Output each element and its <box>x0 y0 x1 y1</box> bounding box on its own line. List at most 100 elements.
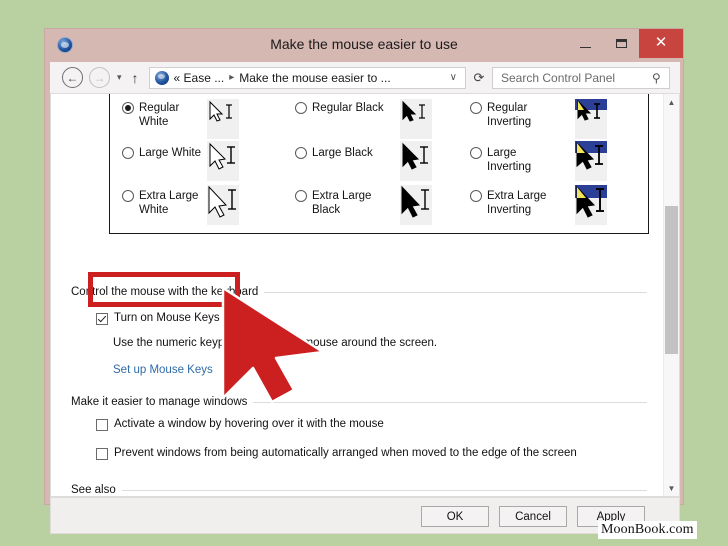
pointer-option-regular-inverting[interactable]: Regular Inverting <box>470 101 531 129</box>
cursor-preview-svg <box>208 185 236 218</box>
section-windows-heading: Make it easier to manage windows <box>71 396 647 408</box>
radio-large-white[interactable] <box>122 147 134 159</box>
search-icon: ⚲ <box>652 70 661 85</box>
pointer-preview-regular-inverting <box>575 99 607 139</box>
pointer-label: Large Inverting <box>487 147 532 173</box>
pointer-preview-large-inverting <box>575 141 607 181</box>
pointer-label: Regular Black <box>312 102 384 114</box>
back-button[interactable]: ← <box>62 67 83 88</box>
pointer-label: Extra Large Black <box>312 190 372 216</box>
ok-button[interactable]: OK <box>421 506 489 527</box>
recent-locations-button[interactable]: ▾ <box>117 72 122 83</box>
navigation-bar: ← → ▾ ↑ « Ease ... ▸ Make the mouse easi… <box>50 62 680 93</box>
up-button[interactable]: ↑ <box>132 70 139 86</box>
cursor-preview-svg <box>575 141 607 170</box>
search-placeholder: Search Control Panel <box>501 70 616 85</box>
pointer-preview-extra-large-inverting <box>575 185 607 225</box>
section-divider <box>264 291 647 293</box>
checkbox-input[interactable] <box>96 313 108 325</box>
refresh-button[interactable]: ⟳ <box>466 70 492 86</box>
close-icon: ✕ <box>654 34 668 51</box>
cancel-button[interactable]: Cancel <box>499 506 567 527</box>
section-heading-text: Make it easier to manage windows <box>71 396 248 408</box>
pointer-preview-extra-large-white <box>207 185 239 225</box>
radio-large-inverting[interactable] <box>470 147 482 159</box>
radio-large-black[interactable] <box>295 147 307 159</box>
radio-extra-large-black[interactable] <box>295 190 307 202</box>
mouse-keys-hint: Use the numeric keypad to move the mouse… <box>113 337 438 349</box>
pointer-preview-extra-large-black <box>400 185 432 225</box>
vertical-scrollbar[interactable]: ▲ ▼ <box>663 94 679 496</box>
pointer-preview-regular-white <box>207 99 239 139</box>
pointer-scheme-group: Regular White Large White Extra Large Wh… <box>109 94 649 234</box>
pointer-label: Large White <box>139 147 202 159</box>
radio-extra-large-inverting[interactable] <box>470 190 482 202</box>
scroll-down-button[interactable]: ▼ <box>664 480 679 496</box>
cursor-preview-svg <box>402 142 428 170</box>
pointer-preview-regular-black <box>400 99 432 139</box>
pointer-option-large-inverting[interactable]: Large Inverting <box>470 146 531 174</box>
section-keyboard-heading: Control the mouse with the keyboard <box>71 286 647 298</box>
checkbox-input[interactable] <box>96 448 108 460</box>
scroll-area: Regular White Large White Extra Large Wh… <box>51 94 664 496</box>
section-heading-text: See also <box>71 484 116 496</box>
pointer-label: Regular White <box>139 102 180 128</box>
pointer-label: Large Black <box>312 147 373 159</box>
radio-regular-inverting[interactable] <box>470 102 482 114</box>
pointer-option-extra-large-black[interactable]: Extra Large Black <box>295 189 371 217</box>
search-box[interactable]: Search Control Panel ⚲ <box>492 66 670 89</box>
breadcrumb-root[interactable]: « Ease ... <box>174 71 225 85</box>
pointer-option-regular-white[interactable]: Regular White <box>122 101 179 129</box>
scroll-up-button[interactable]: ▲ <box>664 94 679 110</box>
checkbox-input[interactable] <box>96 419 108 431</box>
scrollbar-thumb[interactable] <box>665 206 678 354</box>
title-bar: Make the mouse easier to use ✕ <box>45 29 683 60</box>
address-dropdown-icon[interactable]: ∨ <box>442 72 465 83</box>
radio-regular-white[interactable] <box>122 102 134 114</box>
chevron-down-icon: ▾ <box>117 72 122 82</box>
pointer-option-regular-black[interactable]: Regular Black <box>295 101 384 115</box>
breadcrumb-current[interactable]: Make the mouse easier to ... <box>239 71 390 85</box>
refresh-icon: ⟳ <box>473 69 485 85</box>
cursor-preview-svg <box>575 185 607 218</box>
radio-regular-black[interactable] <box>295 102 307 114</box>
pointer-option-extra-large-inverting[interactable]: Extra Large Inverting <box>470 189 546 217</box>
forward-arrow-icon: → <box>93 70 106 85</box>
minimize-button[interactable] <box>567 29 603 58</box>
forward-button[interactable]: → <box>89 67 110 88</box>
control-panel-window: Make the mouse easier to use ✕ ← → ▾ ↑ «… <box>44 28 684 534</box>
ok-button-label: OK <box>446 510 464 523</box>
link-set-up-mouse-keys[interactable]: Set up Mouse Keys <box>113 364 213 376</box>
pointer-option-extra-large-white[interactable]: Extra Large White <box>122 189 198 217</box>
maximize-icon <box>615 39 627 48</box>
close-button[interactable]: ✕ <box>639 29 683 58</box>
pointer-label: Extra Large Inverting <box>487 190 547 216</box>
checkbox-turn-on-mouse-keys[interactable]: Turn on Mouse Keys <box>96 312 220 325</box>
checkbox-label: Prevent windows from being automatically… <box>114 447 577 459</box>
back-arrow-icon: ← <box>66 70 79 85</box>
cursor-preview-svg <box>209 142 235 170</box>
checkbox-prevent-auto-arrange[interactable]: Prevent windows from being automatically… <box>96 447 577 460</box>
cursor-preview-svg <box>209 100 232 122</box>
pointer-option-large-black[interactable]: Large Black <box>295 146 373 160</box>
screenshot-root: Make the mouse easier to use ✕ ← → ▾ ↑ «… <box>0 0 728 546</box>
address-bar-icon <box>154 70 169 85</box>
window-controls: ✕ <box>567 29 683 58</box>
maximize-button[interactable] <box>603 29 639 58</box>
section-divider <box>121 489 647 491</box>
pointer-label: Regular Inverting <box>487 102 532 128</box>
watermark: MoonBook.com <box>598 521 697 539</box>
section-divider <box>253 401 647 403</box>
cursor-preview-svg <box>402 100 425 122</box>
checkbox-label: Activate a window by hovering over it wi… <box>114 418 384 430</box>
pointer-option-large-white[interactable]: Large White <box>122 146 201 160</box>
cursor-preview-svg <box>575 99 607 121</box>
checkbox-label: Turn on Mouse Keys <box>114 312 220 324</box>
section-see-also-heading: See also <box>71 484 647 496</box>
radio-extra-large-white[interactable] <box>122 190 134 202</box>
address-bar[interactable]: « Ease ... ▸ Make the mouse easier to ..… <box>148 66 466 89</box>
checkbox-activate-window-on-hover[interactable]: Activate a window by hovering over it wi… <box>96 418 384 431</box>
dialog-button-bar: OK Cancel Apply <box>50 497 680 534</box>
pointer-preview-large-white <box>207 141 239 181</box>
cancel-button-label: Cancel <box>515 510 551 523</box>
